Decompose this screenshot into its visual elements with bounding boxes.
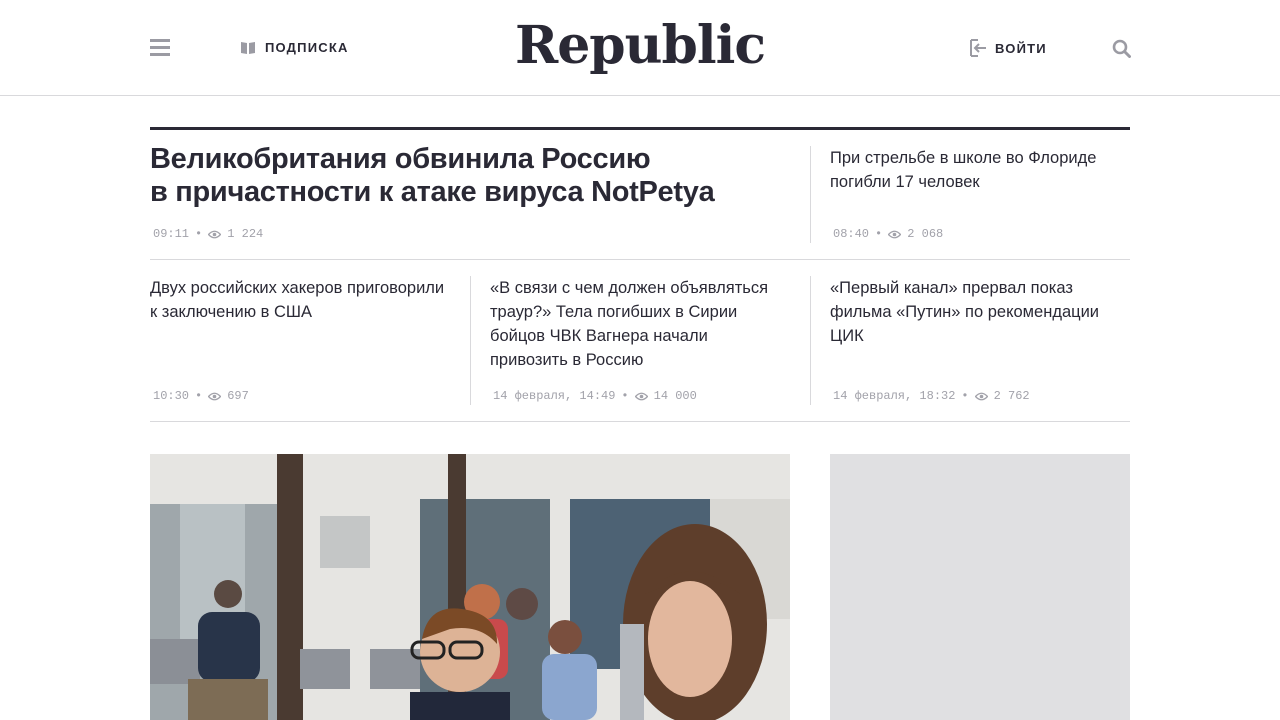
ad-placeholder <box>830 454 1130 720</box>
login-icon <box>970 39 986 57</box>
featured-photo[interactable] <box>150 454 790 720</box>
site-header: ПОДПИСКА Republic ВОЙТИ <box>0 0 1280 96</box>
lead-headline-line1: Великобритания обвинила Россию <box>150 143 651 175</box>
column-divider <box>810 276 811 405</box>
eye-icon <box>208 230 222 238</box>
login-link[interactable]: ВОЙТИ <box>969 39 1047 57</box>
news-item-3-headline[interactable]: «Первый канал» прервал показ фильма «Пут… <box>830 276 1120 348</box>
site-logo[interactable]: Republic <box>0 10 1280 82</box>
news-item-3-meta: 14 февраля, 18:32 • 2 762 <box>833 389 1030 403</box>
news-item-3-time: 14 февраля, 18:32 <box>833 389 956 403</box>
lead-headline-line2: в причастности к атаке вируса NotPetya <box>150 176 715 208</box>
side-news-views: 2 068 <box>907 227 944 241</box>
side-news-time: 08:40 <box>833 227 870 241</box>
side-news-headline[interactable]: При стрельбе в школе во Флориде погибли … <box>830 146 1120 194</box>
search-icon[interactable] <box>1112 39 1131 58</box>
news-item-3-views: 2 762 <box>993 389 1030 403</box>
eye-icon <box>634 392 648 400</box>
lead-views: 1 224 <box>227 227 264 241</box>
news-item-2-headline[interactable]: «В связи с чем должен объявляться траур?… <box>490 276 790 372</box>
eye-icon <box>208 392 222 400</box>
lead-time: 09:11 <box>153 227 190 241</box>
row-divider <box>150 259 1130 260</box>
photo-illustration <box>150 454 790 720</box>
news-item-2-meta: 14 февраля, 14:49 • 14 000 <box>493 389 697 403</box>
news-item-1-headline[interactable]: Двух российских хакеров приговорили к за… <box>150 276 450 324</box>
section-rule <box>150 127 1130 130</box>
news-item-1-time: 10:30 <box>153 389 190 403</box>
news-item-1-meta: 10:30 • 697 <box>153 389 249 403</box>
news-item-2-time: 14 февраля, 14:49 <box>493 389 616 403</box>
eye-icon <box>974 392 988 400</box>
eye-icon <box>888 230 902 238</box>
column-divider <box>470 276 471 405</box>
row-divider <box>150 421 1130 422</box>
login-label: ВОЙТИ <box>995 40 1047 56</box>
side-news-meta: 08:40 • 2 068 <box>833 227 944 241</box>
lead-headline[interactable]: Великобритания обвинила Россию в причаст… <box>150 143 790 209</box>
lead-meta: 09:11 • 1 224 <box>153 227 264 241</box>
news-item-2-views: 14 000 <box>653 389 697 403</box>
column-divider <box>810 146 811 243</box>
news-item-1-views: 697 <box>227 389 249 403</box>
